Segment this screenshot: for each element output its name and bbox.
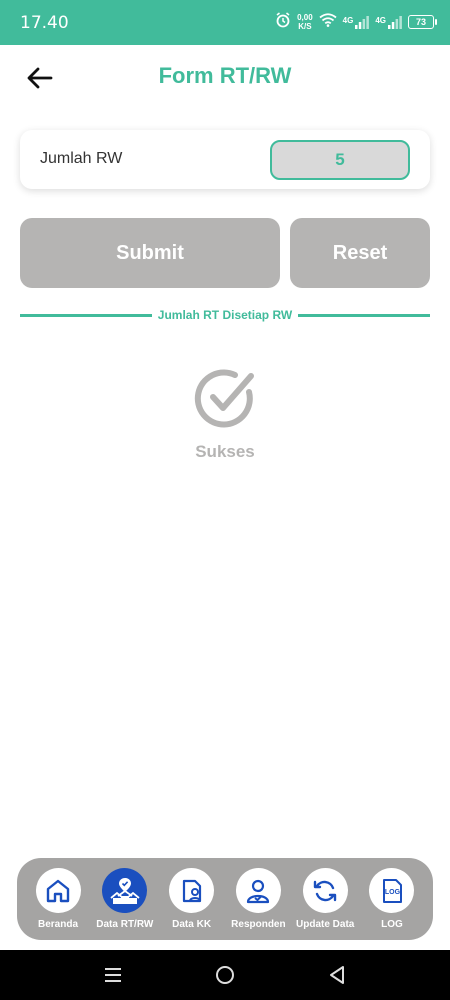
menu-icon	[105, 968, 121, 982]
wifi-icon	[319, 12, 337, 32]
signal-label: 4G	[342, 15, 354, 25]
signal-label: 4G	[375, 15, 386, 25]
section-title: Jumlah RT Disetiap RW	[157, 308, 293, 322]
nav-icon-circle	[35, 868, 81, 913]
nav-item-log[interactable]: LOG LOG	[359, 858, 425, 940]
nav-item-data-kk[interactable]: Data KK	[159, 858, 225, 940]
status-bar: 17.40 0,00 K/S 4G 4G 73	[0, 0, 450, 45]
nav-label: Update Data	[296, 919, 355, 930]
rw-count-card: Jumlah RW	[20, 130, 430, 189]
log-icon-text: LOG	[385, 889, 401, 896]
system-navigation-bar	[0, 950, 450, 1000]
nav-item-beranda[interactable]: Beranda	[25, 858, 91, 940]
nav-icon-circle	[235, 868, 281, 913]
success-indicator: Sukses	[0, 362, 450, 462]
circle-icon	[216, 966, 234, 984]
signal-icon: 4G	[375, 15, 402, 29]
section-divider: Jumlah RT Disetiap RW	[20, 305, 430, 325]
sync-icon	[313, 880, 337, 901]
document-user-icon	[182, 879, 201, 902]
user-check-icon	[247, 879, 270, 903]
nav-label: Beranda	[37, 919, 78, 930]
success-text: Sukses	[195, 442, 255, 461]
alarm-icon	[275, 11, 291, 33]
bottom-navigation: Beranda Data RT/RW Data KK Responden Upd…	[17, 858, 433, 940]
app-header: Form RT/RW	[0, 45, 450, 110]
nav-label: Data KK	[172, 919, 212, 930]
net-speed: 0,00 K/S	[297, 13, 313, 31]
divider-line	[298, 313, 430, 317]
log-file-icon: LOG	[382, 878, 402, 903]
recent-apps-button[interactable]	[101, 963, 125, 987]
page-title: Form RT/RW	[158, 63, 292, 88]
nav-item-update-data[interactable]: Update Data	[292, 858, 358, 940]
rw-count-input[interactable]	[270, 140, 410, 180]
nav-icon-circle	[302, 868, 348, 913]
home-button[interactable]	[213, 963, 237, 987]
submit-button[interactable]: Submit	[20, 218, 280, 288]
signal-icon: 4G	[342, 15, 370, 29]
nav-label: Data RT/RW	[96, 919, 154, 930]
houses-location-icon	[110, 877, 140, 904]
nav-icon-circle	[102, 868, 148, 913]
battery-icon: 73	[408, 15, 437, 29]
net-speed-value: 0,00	[297, 13, 313, 22]
rw-count-label: Jumlah RW	[40, 150, 123, 167]
home-icon	[46, 879, 70, 902]
status-icons: 0,00 K/S 4G 4G 73	[275, 11, 437, 33]
nav-icon-circle	[169, 868, 215, 913]
nav-label: LOG	[381, 919, 403, 930]
triangle-back-icon	[330, 966, 344, 984]
reset-button[interactable]: Reset	[290, 218, 430, 288]
divider-line	[20, 313, 152, 317]
status-time: 17.40	[20, 13, 69, 33]
battery-level: 73	[415, 17, 426, 27]
nav-label: Responden	[231, 919, 286, 930]
nav-item-data-rt-rw[interactable]: Data RT/RW	[92, 858, 158, 940]
back-system-button[interactable]	[325, 963, 349, 987]
check-circle-icon	[194, 369, 254, 428]
nav-item-responden[interactable]: Responden	[225, 858, 291, 940]
net-speed-unit: K/S	[298, 22, 312, 31]
nav-icon-circle: LOG	[369, 868, 415, 913]
